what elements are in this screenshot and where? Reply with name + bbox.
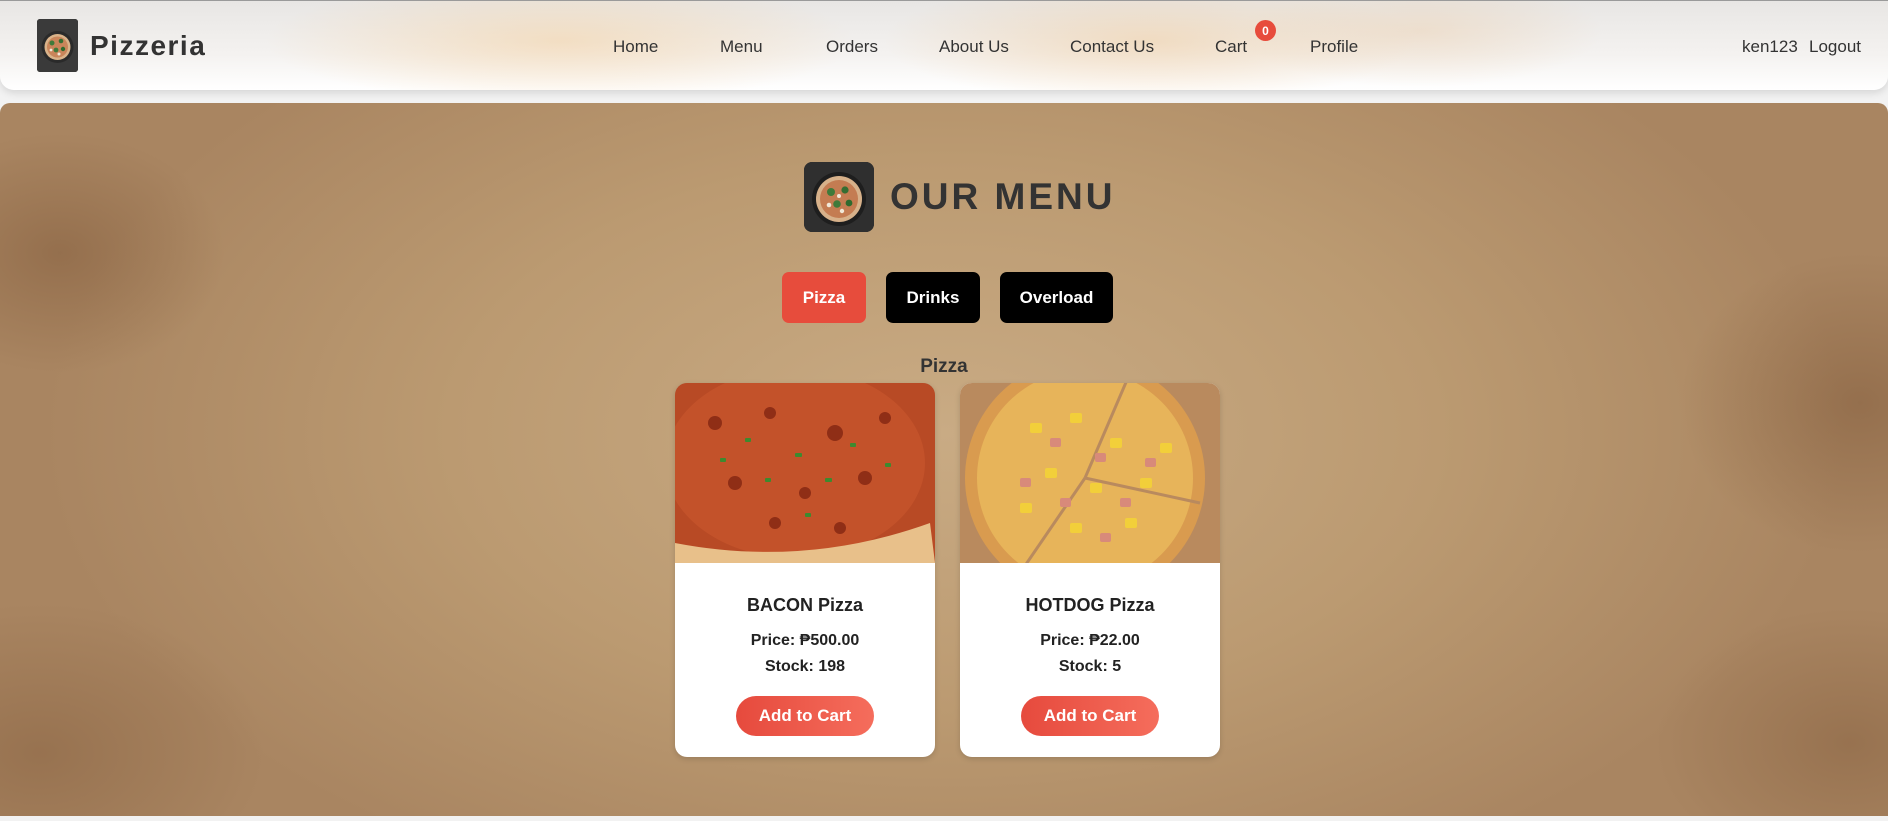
top-navbar: Pizzeria Home Menu Orders About Us Conta… — [0, 0, 1888, 90]
product-price: Price: ₱22.00 — [1040, 632, 1140, 649]
product-card: BACON Pizza Price: ₱500.00 Stock: 198 Ad… — [675, 383, 935, 757]
add-to-cart-button[interactable]: Add to Cart — [736, 696, 874, 736]
product-price: Price: ₱500.00 — [750, 632, 860, 649]
brand[interactable]: Pizzeria — [37, 19, 206, 72]
page-title: OUR MENU — [890, 176, 1116, 217]
bacon-pizza-image — [675, 383, 935, 563]
product-name: BACON Pizza — [746, 595, 863, 615]
nav-home[interactable]: Home — [613, 37, 658, 57]
menu-heading: OUR MENU — [804, 162, 1115, 232]
brand-name: Pizzeria — [90, 29, 207, 61]
category-pizza-button[interactable]: Pizza — [782, 272, 866, 323]
pizza-logo-icon — [37, 19, 78, 72]
nav-menu[interactable]: Menu — [720, 37, 763, 57]
category-overload-button[interactable]: Overload — [1000, 272, 1113, 323]
product-name: HOTDOG Pizza — [1025, 595, 1155, 615]
username-label: ken123 — [1742, 37, 1798, 56]
nav-orders[interactable]: Orders — [826, 37, 878, 57]
product-stock: Stock: 5 — [1058, 658, 1122, 675]
menu-section: OUR MENU Pizza Drinks Overload Pizza BAC… — [0, 103, 1888, 816]
logout-link[interactable]: Logout — [1809, 37, 1861, 57]
nav-contact-us[interactable]: Contact Us — [1070, 37, 1154, 57]
nav-profile[interactable]: Profile — [1310, 37, 1358, 57]
section-title: Pizza — [920, 356, 968, 377]
nav-cart[interactable]: Cart — [1215, 37, 1247, 57]
hotdog-pizza-image — [960, 383, 1220, 563]
cart-count-badge: 0 — [1255, 20, 1276, 41]
category-drinks-button[interactable]: Drinks — [886, 272, 980, 323]
nav-about-us[interactable]: About Us — [939, 37, 1009, 57]
product-card: HOTDOG Pizza Price: ₱22.00 Stock: 5 Add … — [960, 383, 1220, 757]
pizza-logo-icon — [804, 162, 874, 232]
add-to-cart-button[interactable]: Add to Cart — [1021, 696, 1159, 736]
product-stock: Stock: 198 — [764, 658, 846, 675]
